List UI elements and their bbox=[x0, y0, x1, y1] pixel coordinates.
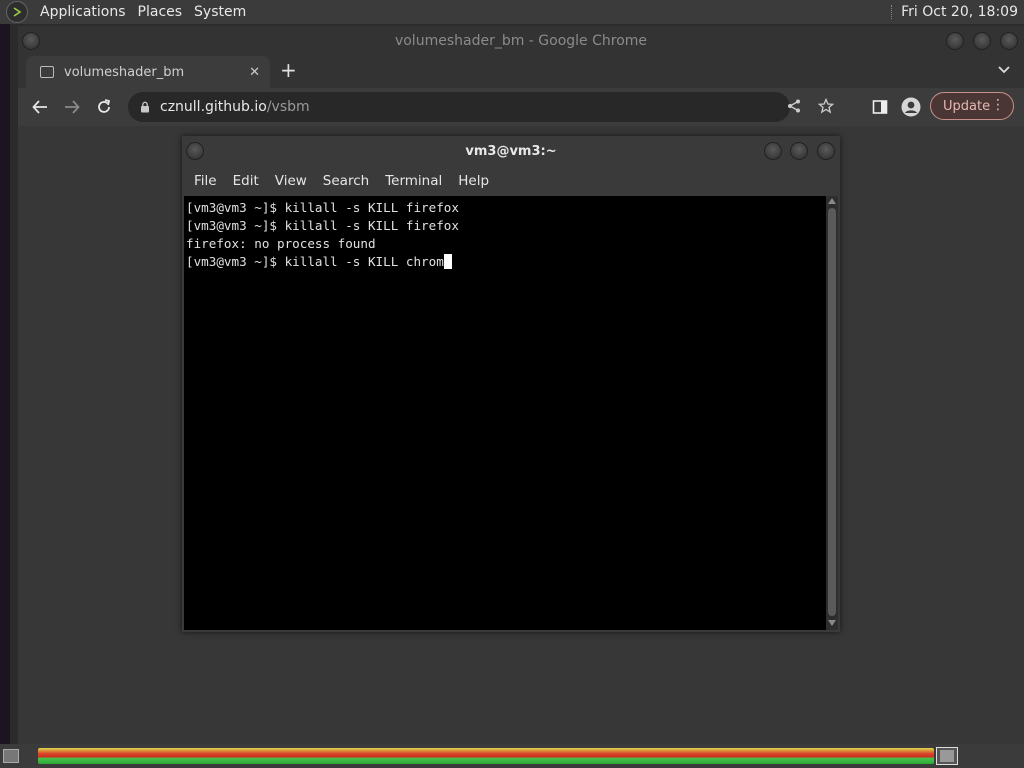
tab-volumeshader[interactable]: volumeshader_bm ✕ bbox=[26, 56, 270, 88]
reload-icon bbox=[98, 99, 111, 113]
bookmark-button[interactable] bbox=[817, 97, 835, 118]
reload-button[interactable] bbox=[94, 97, 114, 117]
maximize-button[interactable] bbox=[973, 32, 991, 50]
side-panel-icon bbox=[872, 100, 888, 114]
bottom-panel bbox=[0, 744, 1024, 768]
terminal-scrollbar[interactable] bbox=[826, 196, 838, 630]
terminal-line: [vm3@vm3 ~]$ killall -s KILL chrom bbox=[186, 254, 444, 269]
terminal-menu-view[interactable]: View bbox=[267, 173, 315, 189]
desktop-edge bbox=[0, 24, 10, 744]
terminal-menu-file[interactable]: File bbox=[186, 173, 225, 189]
terminal-line: [vm3@vm3 ~]$ killall -s KILL firefox bbox=[186, 200, 459, 215]
chrome-window-title: volumeshader_bm - Google Chrome bbox=[394, 33, 648, 49]
chrome-toolbar: cznull.github.io/vsbm Update ⋮ bbox=[18, 88, 1024, 126]
terminal-titlebar[interactable]: vm3@vm3:~ bbox=[182, 136, 840, 166]
terminal-output[interactable]: [vm3@vm3 ~]$ killall -s KILL firefox [vm3… bbox=[184, 196, 826, 630]
scrollbar-thumb[interactable] bbox=[828, 208, 836, 616]
menu-applications[interactable]: Applications bbox=[34, 0, 132, 24]
back-button[interactable] bbox=[30, 97, 50, 117]
forward-button[interactable] bbox=[62, 97, 82, 117]
profile-button[interactable] bbox=[901, 97, 921, 117]
minimize-button[interactable] bbox=[946, 32, 964, 50]
terminal-prompt-line: [vm3@vm3 ~]$ killall -s KILL chrom bbox=[186, 253, 824, 271]
scroll-down-icon[interactable] bbox=[828, 620, 836, 626]
tab-strip: volumeshader_bm ✕ + bbox=[18, 56, 1024, 88]
text-cursor bbox=[443, 254, 452, 269]
url-host: cznull.github.io bbox=[160, 99, 267, 115]
share-button[interactable] bbox=[786, 98, 802, 118]
workspace-thumbnail bbox=[940, 750, 954, 762]
tab-search-button[interactable] bbox=[998, 62, 1010, 78]
mate-logo-icon[interactable] bbox=[6, 1, 28, 23]
terminal-menu-help[interactable]: Help bbox=[450, 173, 497, 189]
workspace-switcher[interactable] bbox=[936, 747, 958, 765]
tab-title: volumeshader_bm bbox=[64, 64, 185, 80]
terminal-close-button[interactable] bbox=[817, 142, 835, 160]
top-panel: Applications Places System Fri Oct 20, 1… bbox=[0, 0, 1024, 24]
sad-page-favicon-icon bbox=[40, 66, 54, 78]
lock-icon[interactable] bbox=[140, 101, 150, 113]
update-button[interactable]: Update ⋮ bbox=[930, 92, 1014, 120]
menu-system[interactable]: System bbox=[188, 0, 252, 24]
terminal-window: vm3@vm3:~ File Edit View Search Terminal… bbox=[182, 136, 840, 632]
tab-close-icon[interactable]: ✕ bbox=[249, 65, 260, 80]
side-panel-button[interactable] bbox=[870, 97, 890, 117]
arrow-left-icon bbox=[32, 100, 47, 114]
terminal-title: vm3@vm3:~ bbox=[465, 143, 557, 159]
url-path: /vsbm bbox=[266, 99, 310, 115]
terminal-maximize-button[interactable] bbox=[790, 142, 808, 160]
panel-separator bbox=[891, 5, 893, 19]
kebab-menu-icon[interactable]: ⋮ bbox=[991, 98, 1005, 112]
menu-places[interactable]: Places bbox=[132, 0, 189, 24]
avatar-icon bbox=[901, 97, 921, 117]
terminal-menu-search[interactable]: Search bbox=[315, 173, 377, 189]
star-icon bbox=[817, 97, 835, 114]
new-tab-button[interactable]: + bbox=[280, 58, 297, 82]
terminal-menu-edit[interactable]: Edit bbox=[225, 173, 267, 189]
share-icon bbox=[788, 99, 800, 113]
terminal-line: firefox: no process found bbox=[186, 236, 376, 251]
terminal-menu-terminal[interactable]: Terminal bbox=[377, 173, 450, 189]
arrow-right-icon bbox=[65, 100, 80, 114]
clock[interactable]: Fri Oct 20, 18:09 bbox=[901, 4, 1024, 20]
terminal-window-menu-button[interactable] bbox=[186, 142, 204, 160]
scroll-up-icon[interactable] bbox=[828, 198, 836, 204]
close-window-button[interactable] bbox=[1000, 32, 1018, 50]
terminal-line: [vm3@vm3 ~]$ killall -s KILL firefox bbox=[186, 218, 459, 233]
system-monitor-graph[interactable] bbox=[38, 748, 934, 764]
update-label: Update bbox=[943, 98, 991, 114]
show-desktop-icon[interactable] bbox=[3, 749, 19, 763]
chevron-down-icon bbox=[998, 66, 1010, 74]
address-bar[interactable]: cznull.github.io/vsbm bbox=[128, 92, 835, 122]
terminal-minimize-button[interactable] bbox=[764, 142, 782, 160]
terminal-menubar: File Edit View Search Terminal Help bbox=[182, 166, 840, 196]
window-menu-button[interactable] bbox=[22, 32, 40, 50]
chrome-titlebar[interactable]: volumeshader_bm - Google Chrome bbox=[18, 26, 1024, 56]
